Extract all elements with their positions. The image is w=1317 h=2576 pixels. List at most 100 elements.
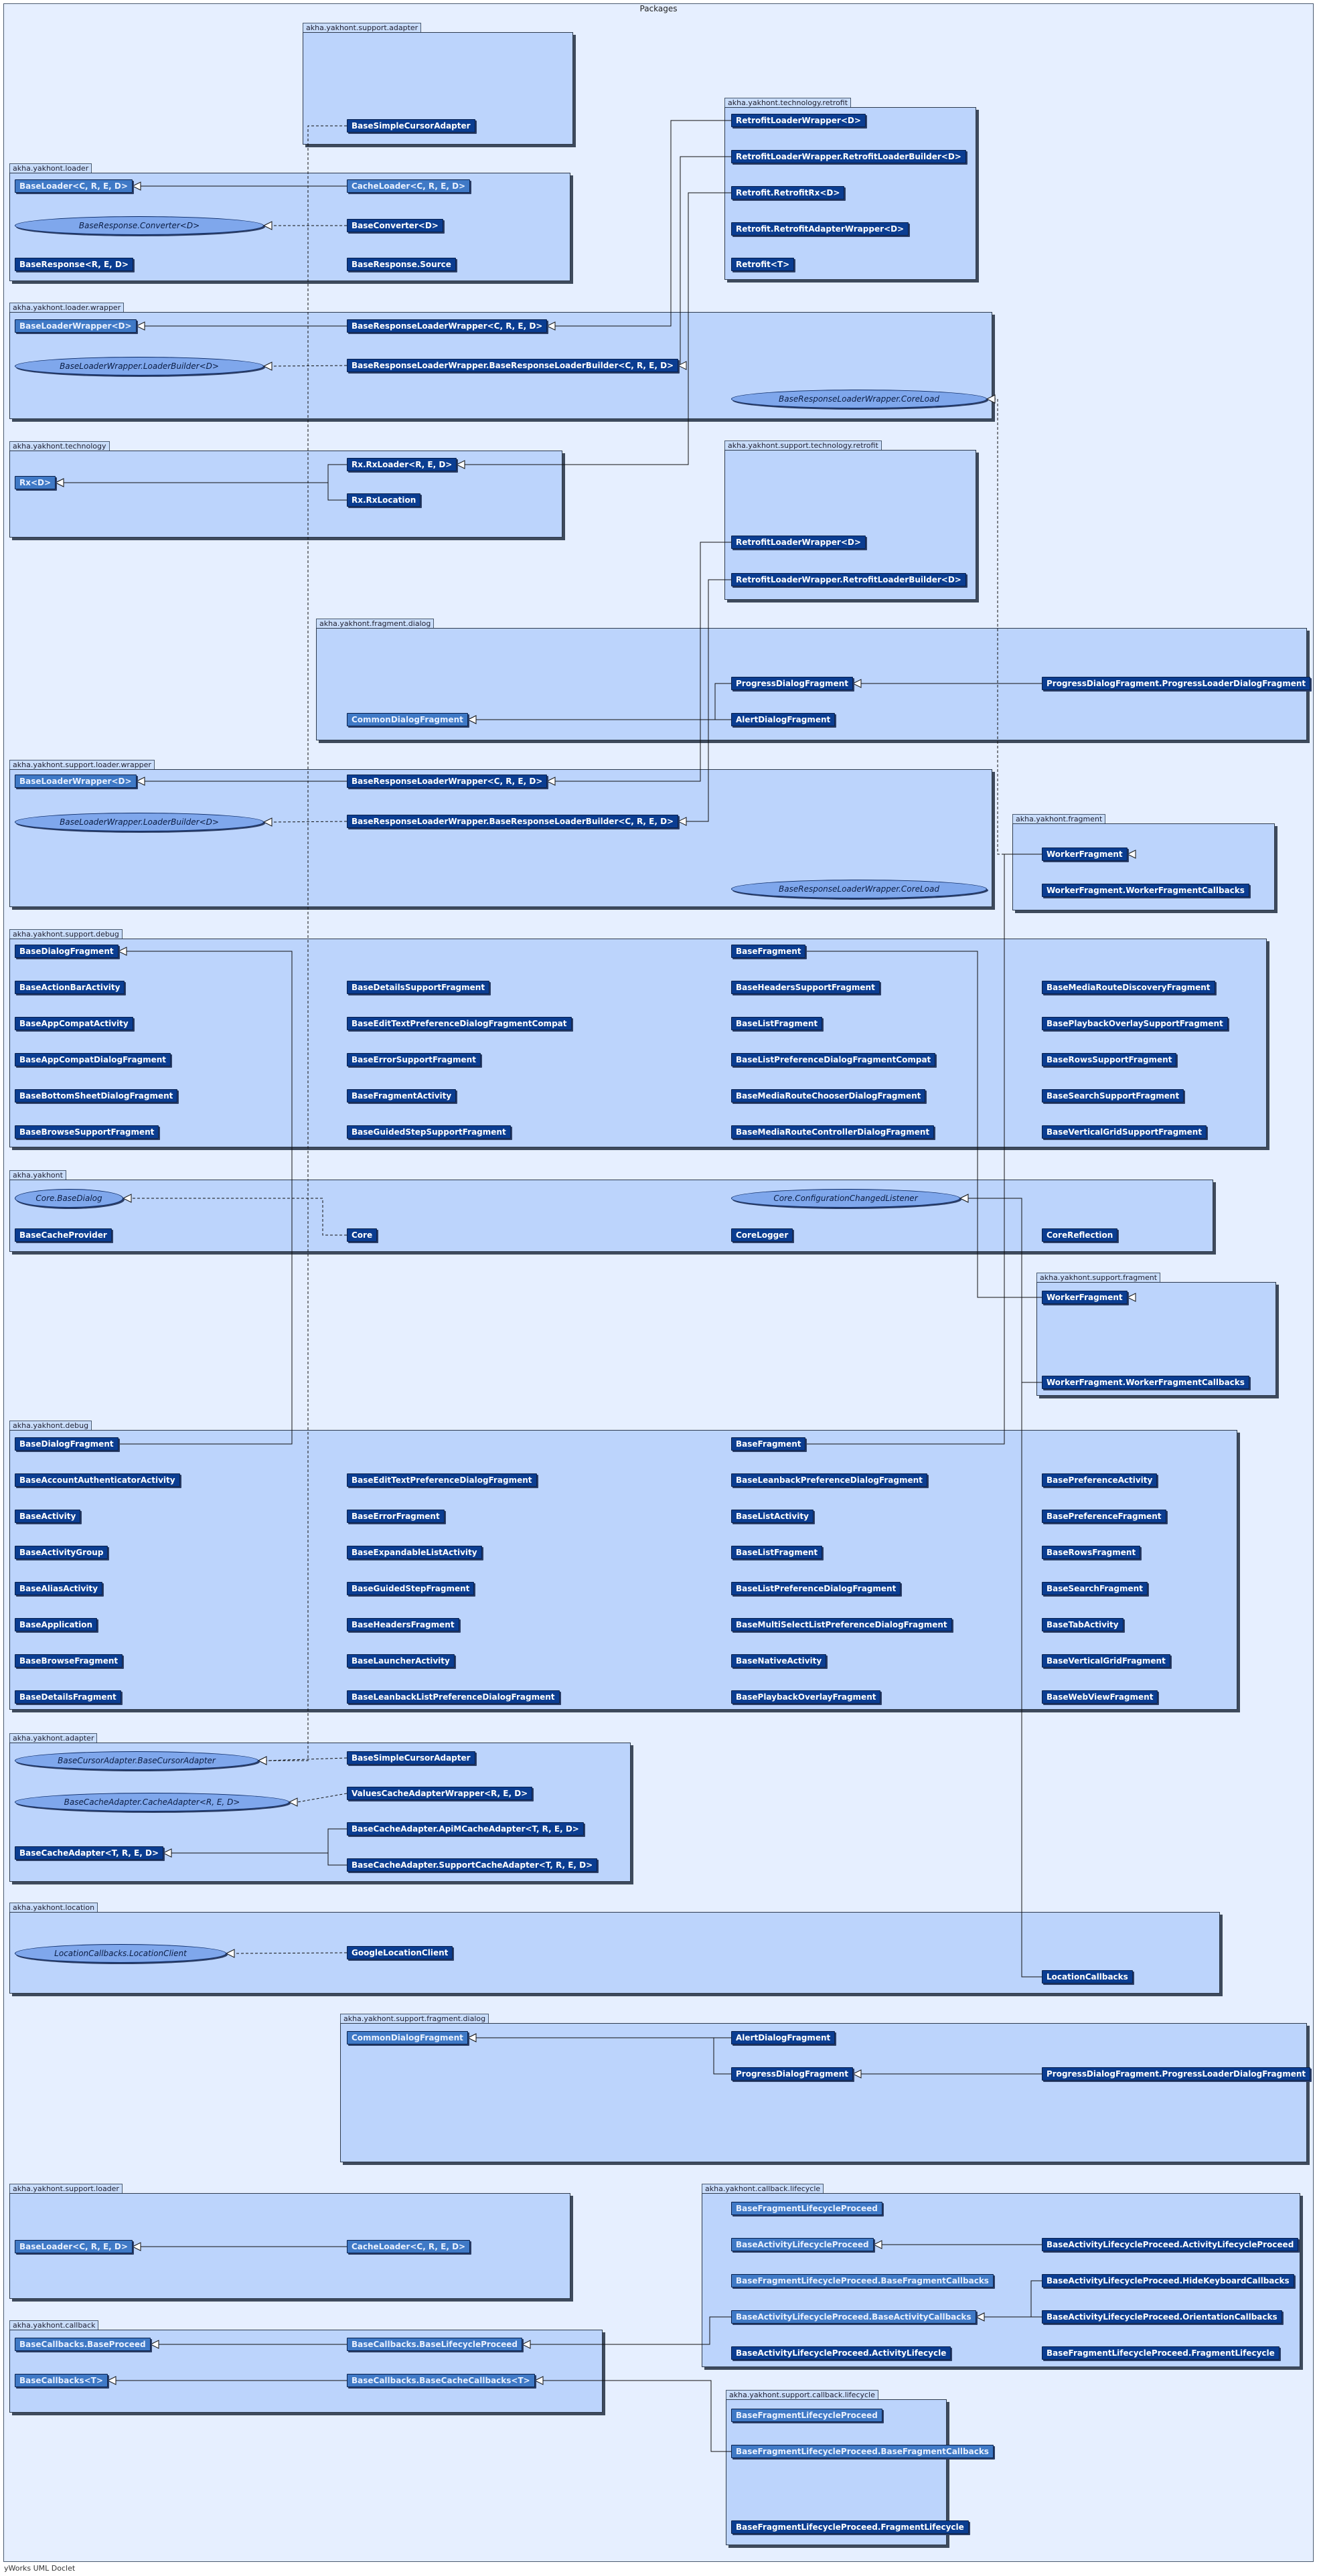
class-google-location-client[interactable]: GoogleLocationClient [347, 1946, 453, 1959]
class-base-loader-wrapper[interactable]: BaseLoaderWrapper<D> [15, 319, 137, 333]
class-base-browse-support-fragment[interactable]: BaseBrowseSupportFragment [15, 1125, 159, 1139]
class-progress-dialog-fragment[interactable]: ProgressDialogFragment [731, 2067, 853, 2081]
class-fragment-lifecycle[interactable]: BaseFragmentLifecycleProceed.FragmentLif… [731, 2520, 969, 2534]
class-base-web-view-fragment[interactable]: BaseWebViewFragment [1042, 1690, 1158, 1704]
interface-loader-builder[interactable]: BaseLoaderWrapper.LoaderBuilder<D> [15, 357, 264, 376]
class-base-list-fragment[interactable]: BaseListFragment [731, 1546, 823, 1559]
class-base-loader[interactable]: BaseLoader<C, R, E, D> [15, 179, 133, 193]
class-base-application[interactable]: BaseApplication [15, 1618, 98, 1631]
class-rx[interactable]: Rx<D> [15, 476, 56, 489]
class-base-dialog-fragment[interactable]: BaseDialogFragment [15, 1437, 119, 1451]
class-base-details-support-fragment[interactable]: BaseDetailsSupportFragment [347, 981, 490, 994]
class-base-account-authenticator-activity[interactable]: BaseAccountAuthenticatorActivity [15, 1473, 180, 1487]
class-base-leanback-list-preference-dialog-fragment[interactable]: BaseLeanbackListPreferenceDialogFragment [347, 1690, 560, 1704]
class-base-activity[interactable]: BaseActivity [15, 1510, 81, 1523]
class-base-activity-callbacks[interactable]: BaseActivityLifecycleProceed.BaseActivit… [731, 2310, 976, 2324]
class-worker-fragment-callbacks[interactable]: WorkerFragment.WorkerFragmentCallbacks [1042, 884, 1249, 897]
class-base-rows-fragment[interactable]: BaseRowsFragment [1042, 1546, 1141, 1559]
class-cache-loader[interactable]: CacheLoader<C, R, E, D> [347, 179, 471, 193]
interface-core-load[interactable]: BaseResponseLoaderWrapper.CoreLoad [731, 390, 987, 408]
class-retrofit-loader-wrapper[interactable]: RetrofitLoaderWrapper<D> [731, 536, 866, 549]
class-base-lifecycle-proceed[interactable]: BaseCallbacks.BaseLifecycleProceed [347, 2338, 523, 2351]
class-progress-dialog-fragment[interactable]: ProgressDialogFragment [731, 677, 853, 690]
class-base-preference-fragment[interactable]: BasePreferenceFragment [1042, 1510, 1166, 1523]
class-base-multi-select-list-preference-dialog-fragment[interactable]: BaseMultiSelectListPreferenceDialogFragm… [731, 1618, 952, 1631]
class-retrofit-loader-builder[interactable]: RetrofitLoaderWrapper.RetrofitLoaderBuil… [731, 573, 966, 586]
class-common-dialog-fragment[interactable]: CommonDialogFragment [347, 713, 468, 726]
class-api-mcache-adapter[interactable]: BaseCacheAdapter.ApiMCacheAdapter<T, R, … [347, 1822, 584, 1836]
class-base-headers-support-fragment[interactable]: BaseHeadersSupportFragment [731, 981, 880, 994]
class-base-response-loader-wrapper[interactable]: BaseResponseLoaderWrapper<C, R, E, D> [347, 319, 548, 333]
class-base-edit-text-preference-dialog-fragment[interactable]: BaseEditTextPreferenceDialogFragment [347, 1473, 537, 1487]
class-retrofit-loader-wrapper[interactable]: RetrofitLoaderWrapper<D> [731, 114, 866, 127]
class-base-edit-text-preference-dialog-fragment-compat[interactable]: BaseEditTextPreferenceDialogFragmentComp… [347, 1017, 572, 1030]
class-base-response-loader-builder[interactable]: BaseResponseLoaderWrapper.BaseResponseLo… [347, 815, 679, 828]
class-rx-loader[interactable]: Rx.RxLoader<R, E, D> [347, 458, 457, 471]
class-base-preference-activity[interactable]: BasePreferenceActivity [1042, 1473, 1158, 1487]
class-base-fragment-lifecycle-proceed[interactable]: BaseFragmentLifecycleProceed [731, 2409, 882, 2422]
class-base-fragment[interactable]: BaseFragment [731, 1437, 806, 1451]
class-base-simple-cursor-adapter[interactable]: BaseSimpleCursorAdapter [347, 1751, 475, 1765]
interface-base-response-converter[interactable]: BaseResponse.Converter<D> [15, 216, 264, 235]
class-base-callbacks[interactable]: BaseCallbacks<T> [15, 2374, 108, 2387]
class-base-activity-lifecycle-proceed[interactable]: BaseActivityLifecycleProceed [731, 2238, 874, 2251]
class-retrofit-rx[interactable]: Retrofit.RetrofitRx<D> [731, 186, 845, 199]
class-base-fragment[interactable]: BaseFragment [731, 945, 806, 958]
class-base-guided-step-support-fragment[interactable]: BaseGuidedStepSupportFragment [347, 1125, 511, 1139]
class-cache-loader[interactable]: CacheLoader<C, R, E, D> [347, 2240, 471, 2253]
class-base-media-route-controller-dialog-fragment[interactable]: BaseMediaRouteControllerDialogFragment [731, 1125, 935, 1139]
class-base-bottom-sheet-dialog-fragment[interactable]: BaseBottomSheetDialogFragment [15, 1089, 178, 1103]
class-base-simple-cursor-adapter[interactable]: BaseSimpleCursorAdapter [347, 119, 475, 133]
class-base-cache-adapter[interactable]: BaseCacheAdapter<T, R, E, D> [15, 1846, 163, 1860]
interface-core-load[interactable]: BaseResponseLoaderWrapper.CoreLoad [731, 880, 987, 898]
interface-cache-adapter[interactable]: BaseCacheAdapter.CacheAdapter<R, E, D> [15, 1793, 289, 1812]
class-alert-dialog-fragment[interactable]: AlertDialogFragment [731, 713, 836, 726]
class-base-error-fragment[interactable]: BaseErrorFragment [347, 1510, 445, 1523]
class-activity-lifecycle-proceed[interactable]: BaseActivityLifecycleProceed.ActivityLif… [1042, 2238, 1299, 2251]
class-worker-fragment[interactable]: WorkerFragment [1042, 848, 1128, 861]
interface-loader-builder[interactable]: BaseLoaderWrapper.LoaderBuilder<D> [15, 813, 264, 831]
class-base-search-fragment[interactable]: BaseSearchFragment [1042, 1582, 1148, 1595]
class-base-media-route-chooser-dialog-fragment[interactable]: BaseMediaRouteChooserDialogFragment [731, 1089, 926, 1103]
class-hide-keyboard-callbacks[interactable]: BaseActivityLifecycleProceed.HideKeyboar… [1042, 2274, 1294, 2287]
class-location-callbacks[interactable]: LocationCallbacks [1042, 1970, 1133, 1984]
class-base-search-support-fragment[interactable]: BaseSearchSupportFragment [1042, 1089, 1184, 1103]
class-base-playback-overlay-support-fragment[interactable]: BasePlaybackOverlaySupportFragment [1042, 1017, 1228, 1030]
class-retrofit[interactable]: Retrofit<T> [731, 258, 795, 271]
class-values-cache-adapter-wrapper[interactable]: ValuesCacheAdapterWrapper<R, E, D> [347, 1787, 533, 1800]
class-base-list-fragment[interactable]: BaseListFragment [731, 1017, 823, 1030]
class-support-cache-adapter[interactable]: BaseCacheAdapter.SupportCacheAdapter<T, … [347, 1858, 598, 1872]
class-base-cache-callbacks[interactable]: BaseCallbacks.BaseCacheCallbacks<T> [347, 2374, 535, 2387]
interface-location-client[interactable]: LocationCallbacks.LocationClient [15, 1944, 226, 1963]
class-base-tab-activity[interactable]: BaseTabActivity [1042, 1618, 1124, 1631]
class-base-guided-step-fragment[interactable]: BaseGuidedStepFragment [347, 1582, 475, 1595]
class-retrofit-adapter-wrapper[interactable]: Retrofit.RetrofitAdapterWrapper<D> [731, 222, 909, 236]
class-base-response[interactable]: BaseResponse<R, E, D> [15, 258, 133, 271]
class-base-fragment-callbacks[interactable]: BaseFragmentLifecycleProceed.BaseFragmen… [731, 2274, 994, 2287]
class-base-media-route-discovery-fragment[interactable]: BaseMediaRouteDiscoveryFragment [1042, 981, 1215, 994]
class-base-cache-provider[interactable]: BaseCacheProvider [15, 1228, 112, 1242]
class-base-playback-overlay-fragment[interactable]: BasePlaybackOverlayFragment [731, 1690, 881, 1704]
class-base-converter[interactable]: BaseConverter<D> [347, 219, 443, 232]
class-base-native-activity[interactable]: BaseNativeActivity [731, 1654, 827, 1668]
interface-configuration-changed-listener[interactable]: Core.ConfigurationChangedListener [731, 1189, 960, 1208]
class-base-headers-fragment[interactable]: BaseHeadersFragment [347, 1618, 459, 1631]
class-base-leanback-preference-dialog-fragment[interactable]: BaseLeanbackPreferenceDialogFragment [731, 1473, 927, 1487]
class-alert-dialog-fragment[interactable]: AlertDialogFragment [731, 2031, 836, 2044]
class-base-list-preference-dialog-fragment-compat[interactable]: BaseListPreferenceDialogFragmentCompat [731, 1053, 936, 1066]
class-common-dialog-fragment[interactable]: CommonDialogFragment [347, 2031, 468, 2044]
class-base-alias-activity[interactable]: BaseAliasActivity [15, 1582, 103, 1595]
class-progress-loader-dialog-fragment[interactable]: ProgressDialogFragment.ProgressLoaderDia… [1042, 677, 1311, 690]
class-worker-fragment-callbacks[interactable]: WorkerFragment.WorkerFragmentCallbacks [1042, 1376, 1249, 1389]
class-base-response-loader-wrapper[interactable]: BaseResponseLoaderWrapper<C, R, E, D> [347, 775, 548, 788]
class-base-fragment-activity[interactable]: BaseFragmentActivity [347, 1089, 457, 1103]
class-base-action-bar-activity[interactable]: BaseActionBarActivity [15, 981, 125, 994]
class-base-error-support-fragment[interactable]: BaseErrorSupportFragment [347, 1053, 481, 1066]
class-base-loader-wrapper[interactable]: BaseLoaderWrapper<D> [15, 775, 137, 788]
class-core[interactable]: Core [347, 1228, 378, 1242]
class-base-fragment-lifecycle-proceed[interactable]: BaseFragmentLifecycleProceed [731, 2202, 882, 2215]
class-worker-fragment[interactable]: WorkerFragment [1042, 1291, 1128, 1304]
class-rx-location[interactable]: Rx.RxLocation [347, 493, 421, 507]
interface-base-cursor-adapter[interactable]: BaseCursorAdapter.BaseCursorAdapter [15, 1751, 258, 1770]
class-base-list-preference-dialog-fragment[interactable]: BaseListPreferenceDialogFragment [731, 1582, 901, 1595]
